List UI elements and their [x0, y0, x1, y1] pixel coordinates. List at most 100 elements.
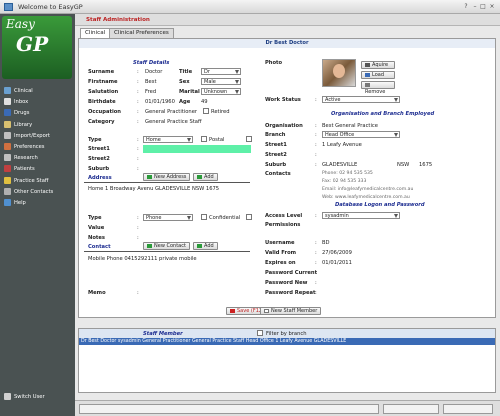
address-type-label: Type	[88, 137, 102, 143]
sidebar-item-import-export[interactable]: Import/Export	[4, 131, 72, 141]
sidebar-item-other-contacts[interactable]: Other Contacts	[4, 187, 72, 197]
address-section-label: Address	[88, 175, 112, 181]
valid-from-value[interactable]: 27/06/2009	[322, 250, 352, 256]
permissions-label: Permissions	[265, 222, 301, 228]
switch-user-button[interactable]: Switch User	[4, 392, 72, 402]
research-icon	[4, 154, 11, 162]
address-suburb-label: Suburb	[88, 166, 110, 172]
inbox-icon	[4, 98, 11, 106]
birthdate-value[interactable]: 01/01/1960	[145, 99, 175, 105]
sidebar-item-help[interactable]: Help	[4, 198, 72, 208]
preferences-icon	[4, 143, 11, 150]
address-extra-checkbox[interactable]	[246, 136, 252, 142]
library-icon	[4, 120, 11, 128]
salutation-label: Salutation	[88, 89, 119, 95]
remove-icon	[365, 82, 370, 87]
new-contact-button[interactable]: New Contact	[143, 242, 190, 250]
add-icon	[197, 243, 202, 248]
load-photo-button[interactable]: Load	[361, 71, 395, 79]
birthdate-label: Birthdate	[88, 99, 116, 105]
drugs-icon	[4, 109, 11, 117]
contact-extra-checkbox[interactable]	[246, 214, 252, 220]
status-field-1	[79, 404, 379, 414]
window-title: Welcome to EasyGP	[18, 3, 83, 11]
remove-photo-button[interactable]: Remove	[361, 81, 395, 95]
occupation-value[interactable]: General Practitioner	[145, 109, 197, 115]
user-icon	[4, 393, 11, 400]
filter-branch-checkbox[interactable]	[257, 330, 263, 336]
password-repeat-label: Password Repeat	[265, 290, 316, 296]
sidebar-item-practice-staff[interactable]: Practice Staff	[4, 176, 72, 186]
sidebar-item-research[interactable]: Research	[4, 153, 72, 163]
category-value: General Practice Staff	[145, 119, 202, 125]
filter-branch-label: Filter by branch	[266, 331, 307, 337]
firstname-label: Firstname	[88, 79, 118, 85]
close-window-button[interactable]: ×	[488, 3, 496, 11]
retired-checkbox[interactable]	[203, 108, 209, 114]
tab-clinical-preferences[interactable]: Clinical Preferences	[109, 28, 174, 38]
database-heading: Database Logon and Password	[335, 202, 425, 208]
add-contact-button[interactable]: Add	[193, 242, 218, 250]
address-type-dropdown[interactable]: Home	[143, 136, 193, 143]
username-label: Username	[265, 240, 295, 246]
camera-icon	[365, 62, 370, 67]
add-address-button[interactable]: Add	[193, 173, 218, 181]
username-value[interactable]: BD	[322, 240, 330, 246]
address-street2-label: Street2	[88, 156, 110, 162]
sex-dropdown[interactable]: Male	[201, 78, 241, 85]
salutation-value[interactable]: Fred	[145, 89, 156, 95]
address-list-item[interactable]: Home 1 Broadway Avenu GLADESVILLE NSW 16…	[88, 186, 219, 192]
new-staff-member-button[interactable]: New Staff Member	[260, 307, 322, 315]
org-email: Email: info@leafymedicalcentre.com.au	[322, 187, 414, 192]
staff-list-row[interactable]: Dr Best Doctor sysadmin General Practiti…	[79, 338, 495, 345]
surname-value[interactable]: Doctor	[145, 69, 162, 75]
expires-on-value[interactable]: 01/01/2011	[322, 260, 352, 266]
age-label: Age	[179, 99, 191, 105]
contact-type-dropdown[interactable]: Phone	[143, 214, 193, 221]
postal-checkbox[interactable]	[201, 136, 207, 142]
org-street1-label: Street1	[265, 142, 287, 148]
divider	[84, 182, 250, 183]
window-titlebar: Welcome to EasyGP ? – □ ×	[0, 0, 500, 14]
tab-clinical[interactable]: Clinical	[80, 28, 111, 38]
work-status-dropdown[interactable]: Active	[322, 96, 400, 103]
access-level-dropdown[interactable]: sysadmin	[322, 212, 400, 219]
contact-type-label: Type	[88, 215, 102, 221]
org-postcode-value: 1675	[419, 162, 433, 168]
firstname-value[interactable]: Best	[145, 79, 157, 85]
new-address-button[interactable]: New Address	[143, 173, 191, 181]
address-street1-input[interactable]	[143, 145, 251, 153]
sidebar-item-clinical[interactable]: Clinical	[4, 86, 72, 96]
doctor-heading: Dr Best Doctor	[79, 39, 495, 48]
sidebar: Easy GP Clinical Inbox Drugs Library Import/…	[0, 14, 75, 416]
easygp-logo: Easy GP	[2, 16, 72, 79]
sidebar-item-inbox[interactable]: Inbox	[4, 97, 72, 107]
branch-dropdown[interactable]: Head Office	[322, 131, 400, 138]
memo-label: Memo	[88, 290, 106, 296]
address-street1-label: Street1	[88, 146, 110, 152]
acquire-photo-button[interactable]: Aquire	[361, 61, 395, 69]
status-bar	[75, 400, 500, 416]
title-dropdown[interactable]: Dr	[201, 68, 241, 75]
maximize-window-button[interactable]: □	[479, 3, 487, 11]
marital-dropdown[interactable]: Unknown	[201, 88, 241, 95]
help-window-button[interactable]: ?	[462, 3, 470, 11]
access-level-label: Access Level	[265, 213, 303, 219]
sidebar-item-library[interactable]: Library	[4, 120, 72, 130]
org-phone: Phone: 02 94 535 535	[322, 171, 373, 176]
org-contacts-label: Contacts	[265, 171, 291, 177]
contact-list-item[interactable]: Mobile Phone 0415292111 private mobile	[88, 256, 197, 262]
postal-label: Postal	[209, 137, 225, 143]
org-street2-label: Street2	[265, 152, 287, 158]
organisation-heading: Organisation and Branch Employed	[331, 111, 435, 117]
sidebar-item-drugs[interactable]: Drugs	[4, 108, 72, 118]
sidebar-item-preferences[interactable]: Preferences	[4, 142, 72, 152]
staff-panel: Dr Best Doctor Staff Details Surname Doc…	[78, 38, 496, 318]
other-contacts-icon	[4, 187, 11, 195]
sidebar-item-patients[interactable]: Patients	[4, 164, 72, 174]
org-state-value: NSW	[397, 162, 410, 168]
branch-label: Branch	[265, 132, 286, 138]
occupation-label: Occupation	[88, 109, 121, 115]
minimize-window-button[interactable]: –	[471, 3, 479, 11]
confidential-checkbox[interactable]	[201, 214, 207, 220]
